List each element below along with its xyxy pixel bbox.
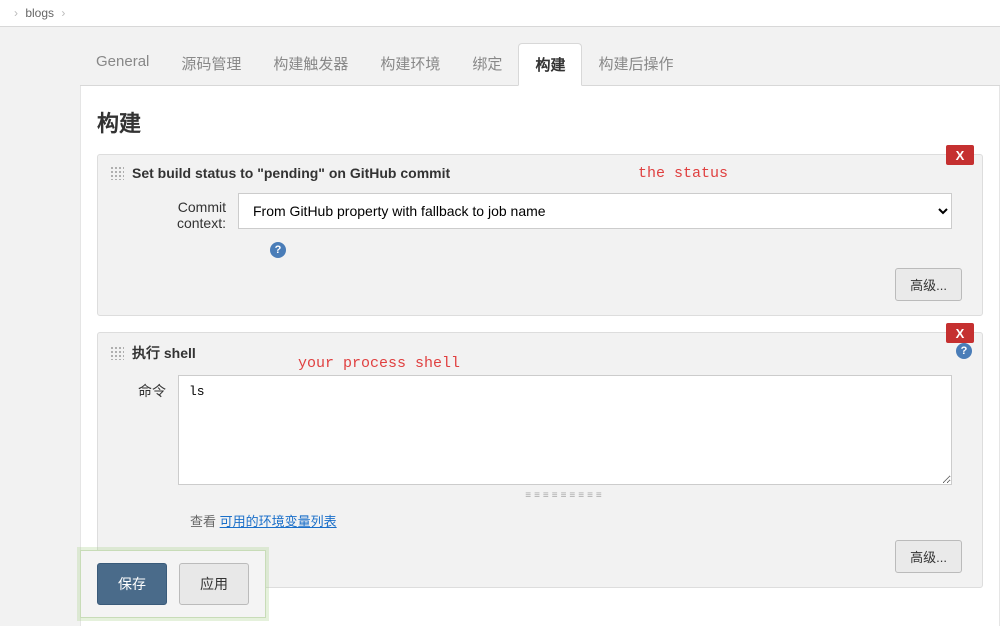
shell-command-textarea[interactable] bbox=[178, 375, 952, 485]
apply-button[interactable]: 应用 bbox=[179, 563, 249, 605]
env-vars-link[interactable]: 可用的环境变量列表 bbox=[220, 514, 337, 529]
delete-step-button[interactable]: X bbox=[946, 145, 974, 165]
help-icon[interactable]: ? bbox=[270, 242, 286, 258]
advanced-button[interactable]: 高级... bbox=[895, 540, 962, 573]
action-bar: 保存 应用 bbox=[80, 550, 266, 618]
step-title: Set build status to "pending" on GitHub … bbox=[132, 165, 450, 181]
config-tabs: General 源码管理 构建触发器 构建环境 绑定 构建 构建后操作 bbox=[80, 43, 1000, 86]
chevron-right-icon: › bbox=[14, 6, 18, 20]
help-icon[interactable]: ? bbox=[956, 343, 972, 359]
tab-general[interactable]: General bbox=[80, 43, 165, 85]
commit-context-select[interactable]: From GitHub property with fallback to jo… bbox=[238, 193, 952, 229]
page-body: 构建 X Set build status to "pending" on Gi… bbox=[80, 86, 1000, 626]
tab-triggers[interactable]: 构建触发器 bbox=[257, 43, 364, 85]
tab-bind[interactable]: 绑定 bbox=[456, 43, 518, 85]
breadcrumb: › blogs › bbox=[0, 0, 1000, 27]
commit-context-label: Commit context: bbox=[128, 193, 238, 231]
resize-grip-icon[interactable]: ≡≡≡≡≡≡≡≡≡ bbox=[178, 490, 952, 501]
chevron-right-icon: › bbox=[61, 6, 65, 20]
tab-scm[interactable]: 源码管理 bbox=[165, 43, 257, 85]
drag-handle-icon[interactable] bbox=[110, 166, 124, 180]
build-step-github-status: X Set build status to "pending" on GitHu… bbox=[97, 154, 983, 316]
breadcrumb-item[interactable]: blogs bbox=[25, 6, 54, 20]
drag-handle-icon[interactable] bbox=[110, 346, 124, 360]
tab-post-build[interactable]: 构建后操作 bbox=[582, 43, 689, 85]
tab-env[interactable]: 构建环境 bbox=[364, 43, 456, 85]
tab-build[interactable]: 构建 bbox=[518, 43, 582, 86]
advanced-button[interactable]: 高级... bbox=[895, 268, 962, 301]
page-title: 构建 bbox=[97, 106, 983, 138]
env-prefix-text: 查看 bbox=[190, 514, 216, 529]
save-button[interactable]: 保存 bbox=[97, 563, 167, 605]
delete-step-button[interactable]: X bbox=[946, 323, 974, 343]
step-title: 执行 shell bbox=[132, 343, 196, 363]
